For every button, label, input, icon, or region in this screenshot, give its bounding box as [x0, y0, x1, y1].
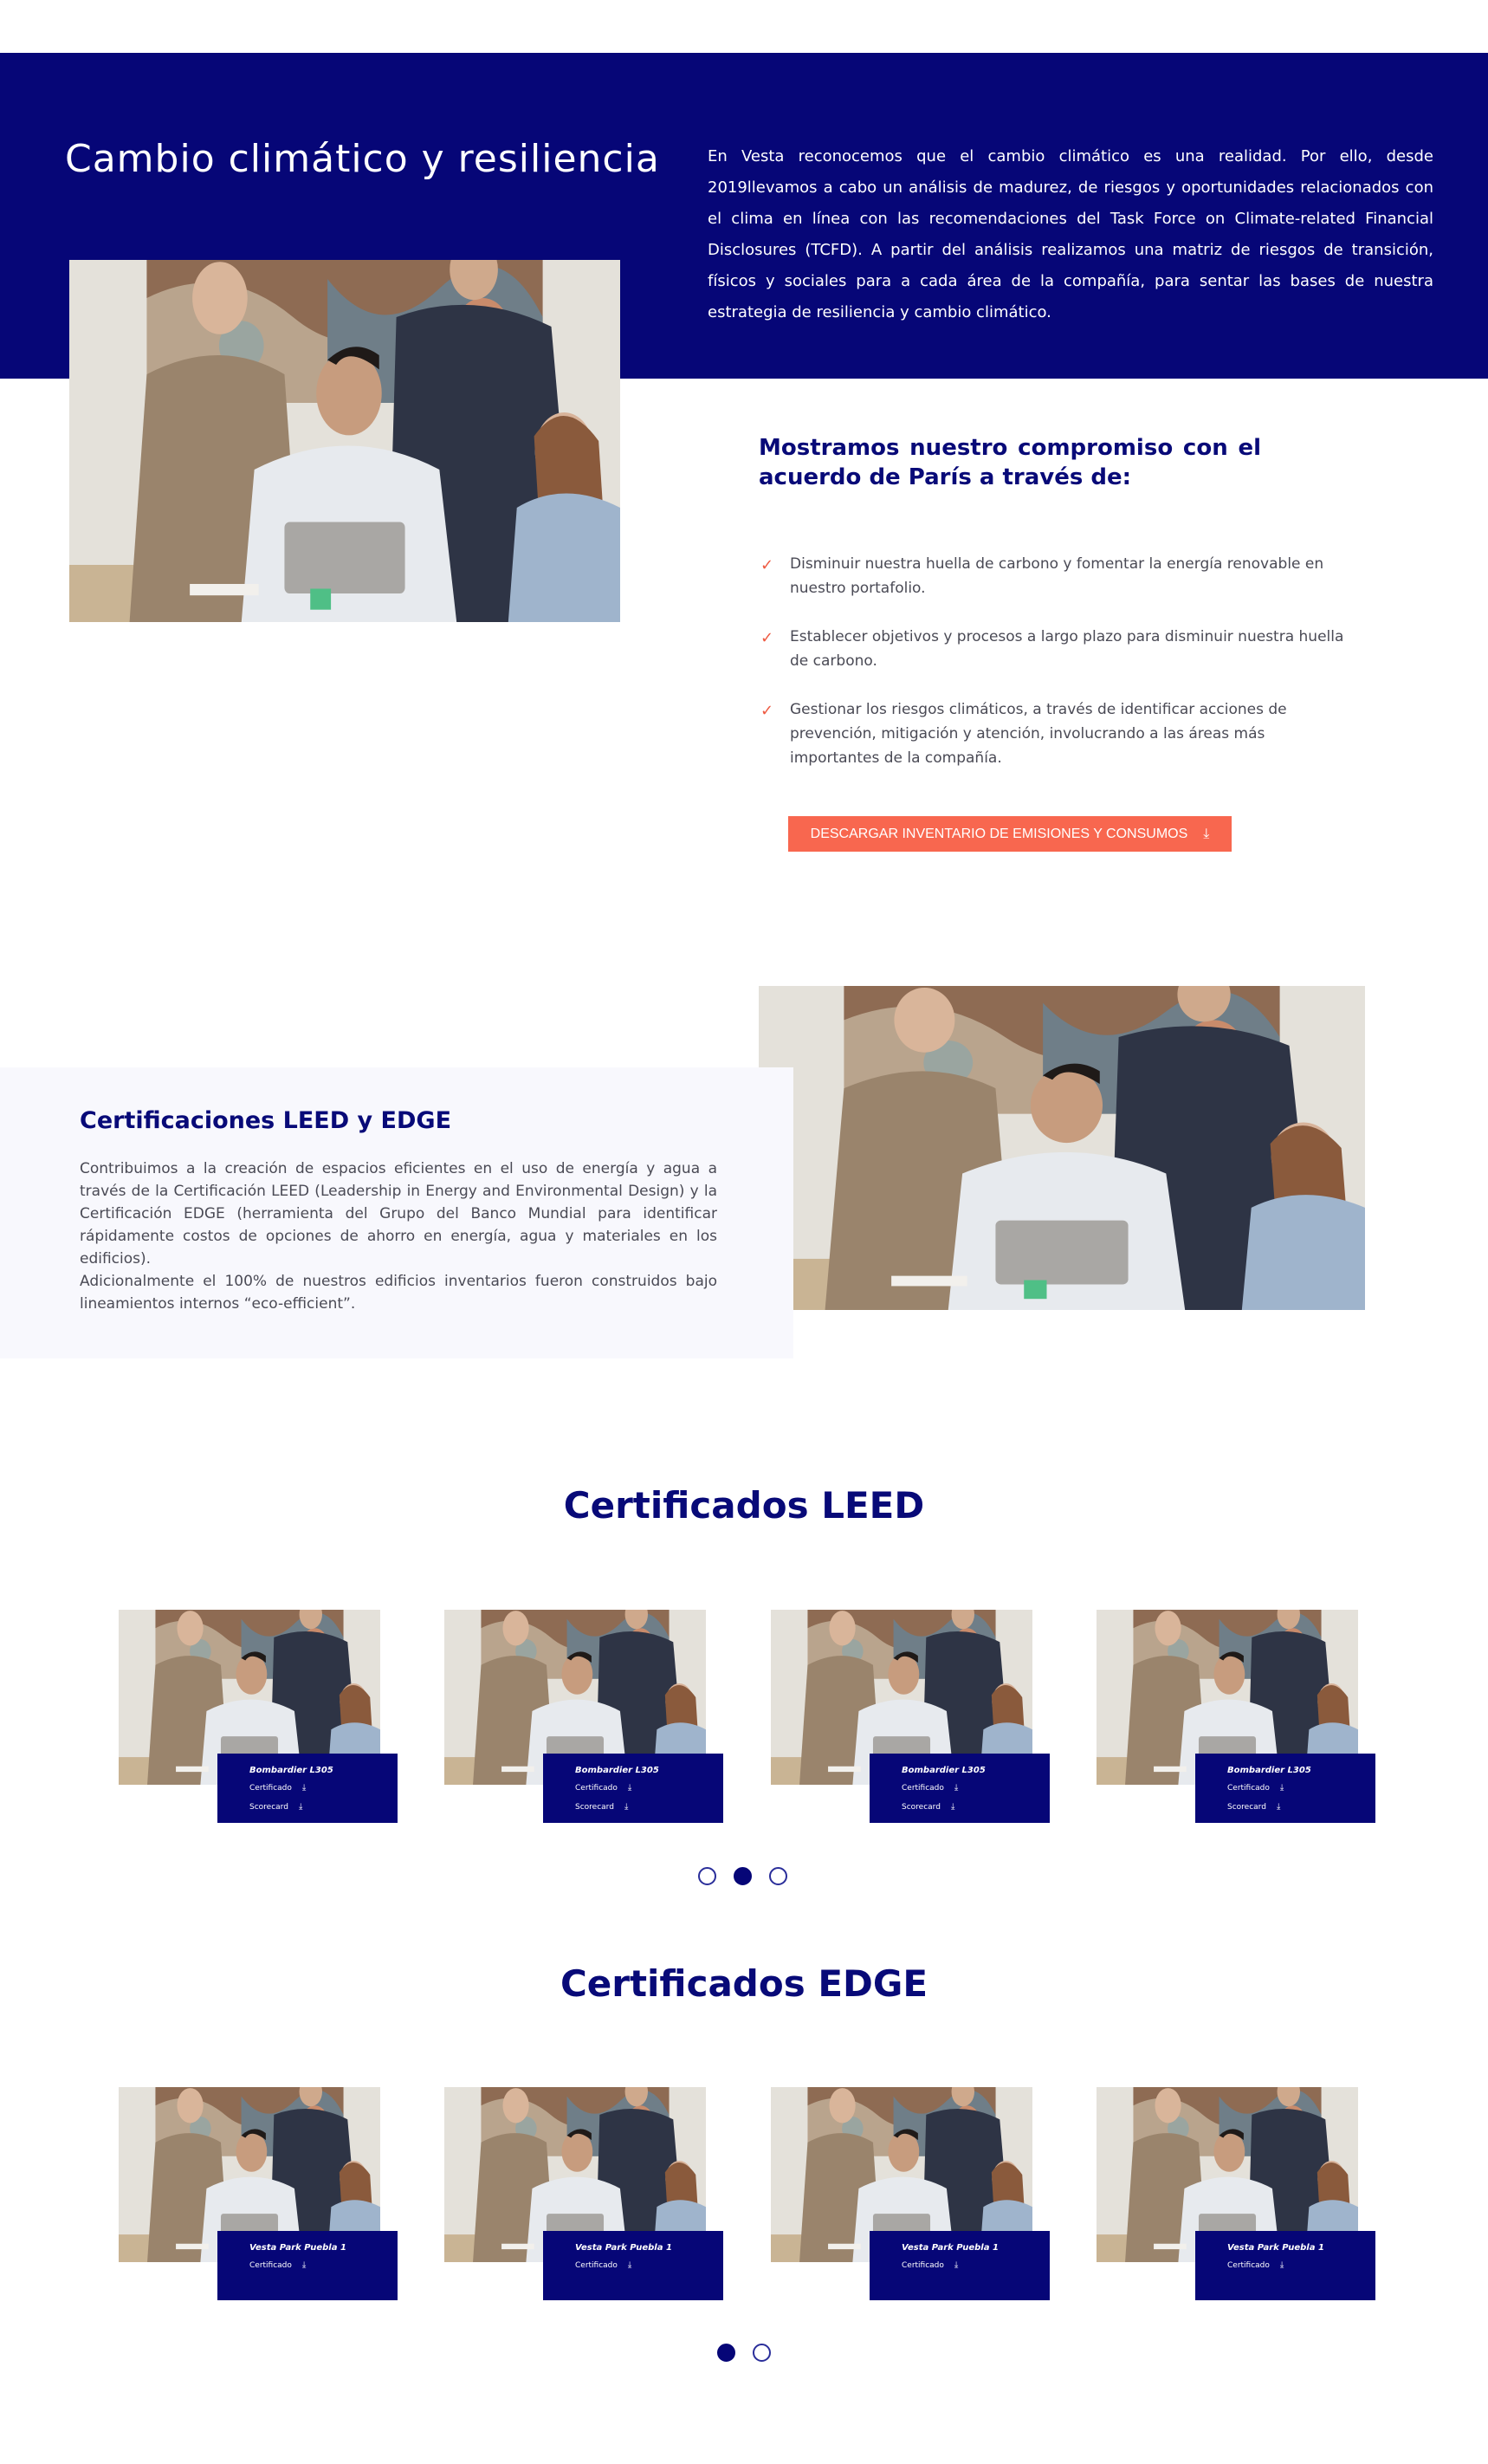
- commitment-heading: Mostramos nuestro compromiso con el acue…: [759, 435, 1261, 490]
- card-download-link[interactable]: Scorecard ⤓: [902, 1801, 1050, 1820]
- card-info-panel: Vesta Park Puebla 1 Certificado ⤓: [543, 2231, 723, 2300]
- card-download-link[interactable]: Certificado ⤓: [575, 2260, 723, 2279]
- leed-carousel-pagination: [698, 1867, 787, 1885]
- card-property-name: Bombardier L305: [902, 1766, 986, 1775]
- card-download-link[interactable]: Scorecard ⤓: [1227, 1801, 1375, 1820]
- check-icon: ✓: [760, 702, 774, 720]
- edge-certificate-card: Vesta Park Puebla 1 Certificado ⤓: [1097, 2087, 1375, 2304]
- card-info-panel: Vesta Park Puebla 1 Certificado ⤓: [217, 2231, 398, 2300]
- list-item: ✓ Disminuir nuestra huella de carbono y f…: [760, 555, 1324, 597]
- card-property-name: Bombardier L305: [1227, 1766, 1311, 1775]
- carousel-dot[interactable]: [769, 1867, 787, 1885]
- card-download-link[interactable]: Scorecard ⤓: [249, 1801, 398, 1820]
- card-link-label: Scorecard: [1227, 1803, 1266, 1812]
- download-icon: ⤓: [301, 2260, 307, 2270]
- card-link-label: Certificado: [575, 2261, 618, 2270]
- card-info-panel: Vesta Park Puebla 1 Certificado ⤓: [1195, 2231, 1375, 2300]
- card-link-label: Certificado: [249, 1784, 292, 1793]
- card-info-panel: Bombardier L305 Certificado ⤓ Scorecard ⤓: [543, 1754, 723, 1823]
- edge-certificate-card: Vesta Park Puebla 1 Certificado ⤓: [444, 2087, 723, 2304]
- certifications-paragraph: Contribuimos a la creación de espacios e…: [80, 1160, 717, 1268]
- download-icon: ⤓: [1279, 1783, 1284, 1793]
- download-icon: ⤓: [301, 1783, 307, 1793]
- card-property-name: Vesta Park Puebla 1: [1227, 2243, 1324, 2253]
- card-link-label: Scorecard: [575, 1803, 614, 1812]
- leed-certificate-card: Bombardier L305 Certificado ⤓ Scorecard ⤓: [119, 1610, 398, 1826]
- download-icon: ⤓: [627, 2260, 632, 2270]
- download-icon: ⤓: [627, 1783, 632, 1793]
- card-info-panel: Bombardier L305 Certificado ⤓ Scorecard ⤓: [870, 1754, 1050, 1823]
- hero-title: Cambio climático y resiliencia: [65, 137, 660, 181]
- check-icon: ✓: [760, 556, 774, 574]
- download-emissions-button[interactable]: DESCARGAR INVENTARIO DE EMISIONES Y CONS…: [788, 816, 1232, 852]
- card-property-name: Vesta Park Puebla 1: [575, 2243, 672, 2253]
- commitment-list: ✓ Disminuir nuestra huella de carbono y f…: [759, 552, 1348, 794]
- card-link-label: Certificado: [249, 2261, 292, 2270]
- card-link-label: Certificado: [902, 1784, 944, 1793]
- card-link-label: Certificado: [1227, 1784, 1270, 1793]
- card-download-link[interactable]: Certificado ⤓: [249, 2260, 398, 2279]
- card-download-link[interactable]: Certificado ⤓: [1227, 1782, 1375, 1801]
- edge-certificate-card: Vesta Park Puebla 1 Certificado ⤓: [771, 2087, 1050, 2304]
- download-button-label: DESCARGAR INVENTARIO DE EMISIONES Y CONS…: [810, 826, 1188, 841]
- card-download-link[interactable]: Certificado ⤓: [1227, 2260, 1375, 2279]
- leed-certificate-card: Bombardier L305 Certificado ⤓ Scorecard ⤓: [444, 1610, 723, 1826]
- check-icon: ✓: [760, 629, 774, 647]
- download-icon: ⤓: [298, 1802, 303, 1812]
- leed-section-title: Certificados LEED: [563, 1484, 925, 1527]
- card-link-label: Certificado: [902, 2261, 944, 2270]
- card-download-link[interactable]: Certificado ⤓: [575, 1782, 723, 1801]
- card-download-link[interactable]: Certificado ⤓: [249, 1782, 398, 1801]
- card-info-panel: Bombardier L305 Certificado ⤓ Scorecard ⤓: [1195, 1754, 1375, 1823]
- download-icon: ⤓: [954, 2260, 959, 2270]
- card-info-panel: Vesta Park Puebla 1 Certificado ⤓: [870, 2231, 1050, 2300]
- download-icon: ⤓: [1203, 826, 1210, 841]
- carousel-dot[interactable]: [753, 2344, 771, 2362]
- carousel-dot[interactable]: [734, 1867, 752, 1885]
- leed-certificate-card: Bombardier L305 Certificado ⤓ Scorecard ⤓: [1097, 1610, 1375, 1826]
- edge-certificate-card: Vesta Park Puebla 1 Certificado ⤓: [119, 2087, 398, 2304]
- download-icon: ⤓: [954, 1783, 959, 1793]
- card-link-label: Scorecard: [249, 1803, 288, 1812]
- card-property-name: Vesta Park Puebla 1: [902, 2243, 999, 2253]
- hero-photo: [69, 260, 620, 622]
- download-icon: ⤓: [1279, 2260, 1284, 2270]
- card-property-name: Bombardier L305: [249, 1766, 333, 1775]
- card-property-name: Vesta Park Puebla 1: [249, 2243, 346, 2253]
- edge-carousel-pagination: [717, 2344, 771, 2362]
- card-download-link[interactable]: Certificado ⤓: [902, 1782, 1050, 1801]
- carousel-dot[interactable]: [717, 2344, 735, 2362]
- certifications-paragraph: Adicionalmente el 100% de nuestros edifi…: [80, 1273, 717, 1313]
- carousel-dot[interactable]: [698, 1867, 716, 1885]
- certifications-photo: [759, 986, 1365, 1310]
- card-download-link[interactable]: Certificado ⤓: [902, 2260, 1050, 2279]
- download-icon: ⤓: [1276, 1802, 1281, 1812]
- card-link-label: Certificado: [575, 1784, 618, 1793]
- list-item: ✓ Gestionar los riesgos climáticos, a tra…: [760, 701, 1287, 767]
- certifications-heading: Certificaciones LEED y EDGE: [80, 1107, 452, 1134]
- card-link-label: Scorecard: [902, 1803, 941, 1812]
- hero-description: En Vesta reconocemos que el cambio climá…: [708, 147, 1433, 321]
- card-property-name: Bombardier L305: [575, 1766, 659, 1775]
- card-link-label: Certificado: [1227, 2261, 1270, 2270]
- card-info-panel: Bombardier L305 Certificado ⤓ Scorecard ⤓: [217, 1754, 398, 1823]
- leed-certificate-card: Bombardier L305 Certificado ⤓ Scorecard ⤓: [771, 1610, 1050, 1826]
- card-download-link[interactable]: Scorecard ⤓: [575, 1801, 723, 1820]
- list-item: ✓ Establecer objetivos y procesos a largo…: [760, 628, 1344, 670]
- download-icon: ⤓: [624, 1802, 629, 1812]
- edge-section-title: Certificados EDGE: [560, 1962, 928, 2005]
- download-icon: ⤓: [950, 1802, 955, 1812]
